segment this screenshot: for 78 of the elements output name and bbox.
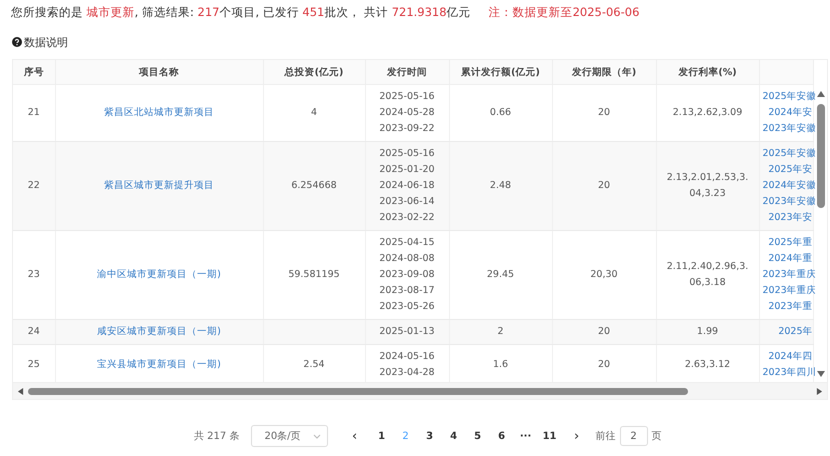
document-link[interactable]: 2025年安徽 [762,91,817,102]
table-cell: 20 [552,142,656,230]
issue-date: 2025-05-16 [378,90,436,104]
issue-date: 2024-05-28 [378,106,436,120]
table-cell: 24 [13,320,55,344]
table-cell: 2 [449,320,552,344]
column-header: 总投资(亿元) [263,60,365,84]
page-suffix: 页 [652,430,662,443]
page-number[interactable]: 4 [442,430,466,442]
issue-date: 2023-06-14 [378,195,436,209]
issue-date: 2023-05-26 [378,300,436,314]
caret-icon [312,434,321,438]
scroll-left-icon[interactable] [17,386,24,396]
table-cell: 6.254668 [263,142,365,230]
issue-date: 2023-04-28 [378,366,436,380]
issue-date: 2024-08-08 [378,252,436,266]
document-link[interactable]: 2023年安 [768,212,812,223]
project-link[interactable]: 紫昌区城市更新提升项目 [104,180,214,191]
issue-date: 2023-02-22 [378,211,436,225]
page-size-select[interactable]: 20条/页 [251,425,328,447]
goto-label: 前往 [596,430,616,443]
page-number[interactable]: 5 [466,430,490,442]
previous-page-button[interactable]: ‹ [340,428,370,444]
page-number[interactable]: 11 [538,430,562,442]
document-link[interactable]: 2023年重 [768,301,812,312]
column-header: 序号 [13,60,55,84]
document-link[interactable]: 2023年安徽 [762,123,817,134]
scrollbar-thumb[interactable] [28,388,688,394]
column-header: 发行期限（年) [552,60,656,84]
data-description-link[interactable]: 数据说明 [24,34,68,50]
document-link[interactable]: 2025年安徽 [762,148,817,159]
total-count: 共 217 条 [194,430,240,443]
column-header: 累计发行额(亿元) [449,60,552,84]
column-header: 发行时间 [365,60,449,84]
scroll-down-icon[interactable] [816,370,826,378]
project-link[interactable]: 宝兴县城市更新项目（一期) [97,359,221,370]
issue-date: 2024-05-16 [378,350,436,364]
issue-date: 2023-09-22 [378,122,436,136]
project-link[interactable]: 渝中区城市更新项目（一期) [97,269,221,280]
page-number[interactable]: 2 [394,430,418,442]
document-link[interactable]: 2025年重 [768,237,812,248]
search-summary: 您所搜索的是 城市更新, 筛选结果: 217个项目, 已发行 451批次， 共计 721.9318亿元 [11,4,471,20]
issue-date: 2023-08-17 [378,284,436,298]
table-cell: 2.48 [449,142,552,230]
document-link[interactable]: 2023年重庆 [762,285,817,296]
page-input[interactable]: 2 [620,426,648,446]
next-page-button[interactable]: › [562,428,592,444]
column-header: 发行利率(%) [656,60,759,84]
page-number[interactable]: ··· [514,430,538,442]
document-link[interactable]: 2024年安 [768,107,812,118]
document-link[interactable]: 2024年重 [768,253,812,264]
column-header: 项目名称 [55,60,263,84]
table-cell: 2.13,2.01,2.53,3.04,3.23 [656,142,759,230]
document-link[interactable]: 2024年安徽 [762,180,817,191]
scroll-up-icon[interactable] [816,90,826,98]
issue-date: 2025-01-20 [378,163,436,177]
help-icon [12,37,22,47]
document-link[interactable]: 2023年安徽 [762,196,817,207]
issue-date: 2025-05-16 [378,147,436,161]
issue-date: 2025-04-15 [378,236,436,250]
page-number[interactable]: 6 [490,430,514,442]
page-number[interactable]: 3 [418,430,442,442]
document-link[interactable]: 2023年重庆 [762,269,817,280]
issue-date: 2023-09-08 [378,268,436,282]
update-note: 注：数据更新至2025-06-06 [488,4,640,20]
table-cell: 1.99 [656,320,759,344]
document-link[interactable]: 2024年四 [768,351,812,362]
horizontal-scrollbar[interactable] [13,382,827,399]
scrollbar-thumb[interactable] [817,104,825,208]
project-link[interactable]: 紫昌区北站城市更新项目 [104,107,214,118]
issue-date: 2024-06-18 [378,179,436,193]
scroll-right-icon[interactable] [816,386,823,396]
table-cell: 20 [552,320,656,344]
document-link[interactable]: 2023年四川 [762,367,817,378]
page-number[interactable]: 1 [370,430,394,442]
document-link[interactable]: 2025年安 [768,164,812,175]
issue-date: 2025-01-13 [378,325,436,339]
table-cell: 22 [13,142,55,230]
